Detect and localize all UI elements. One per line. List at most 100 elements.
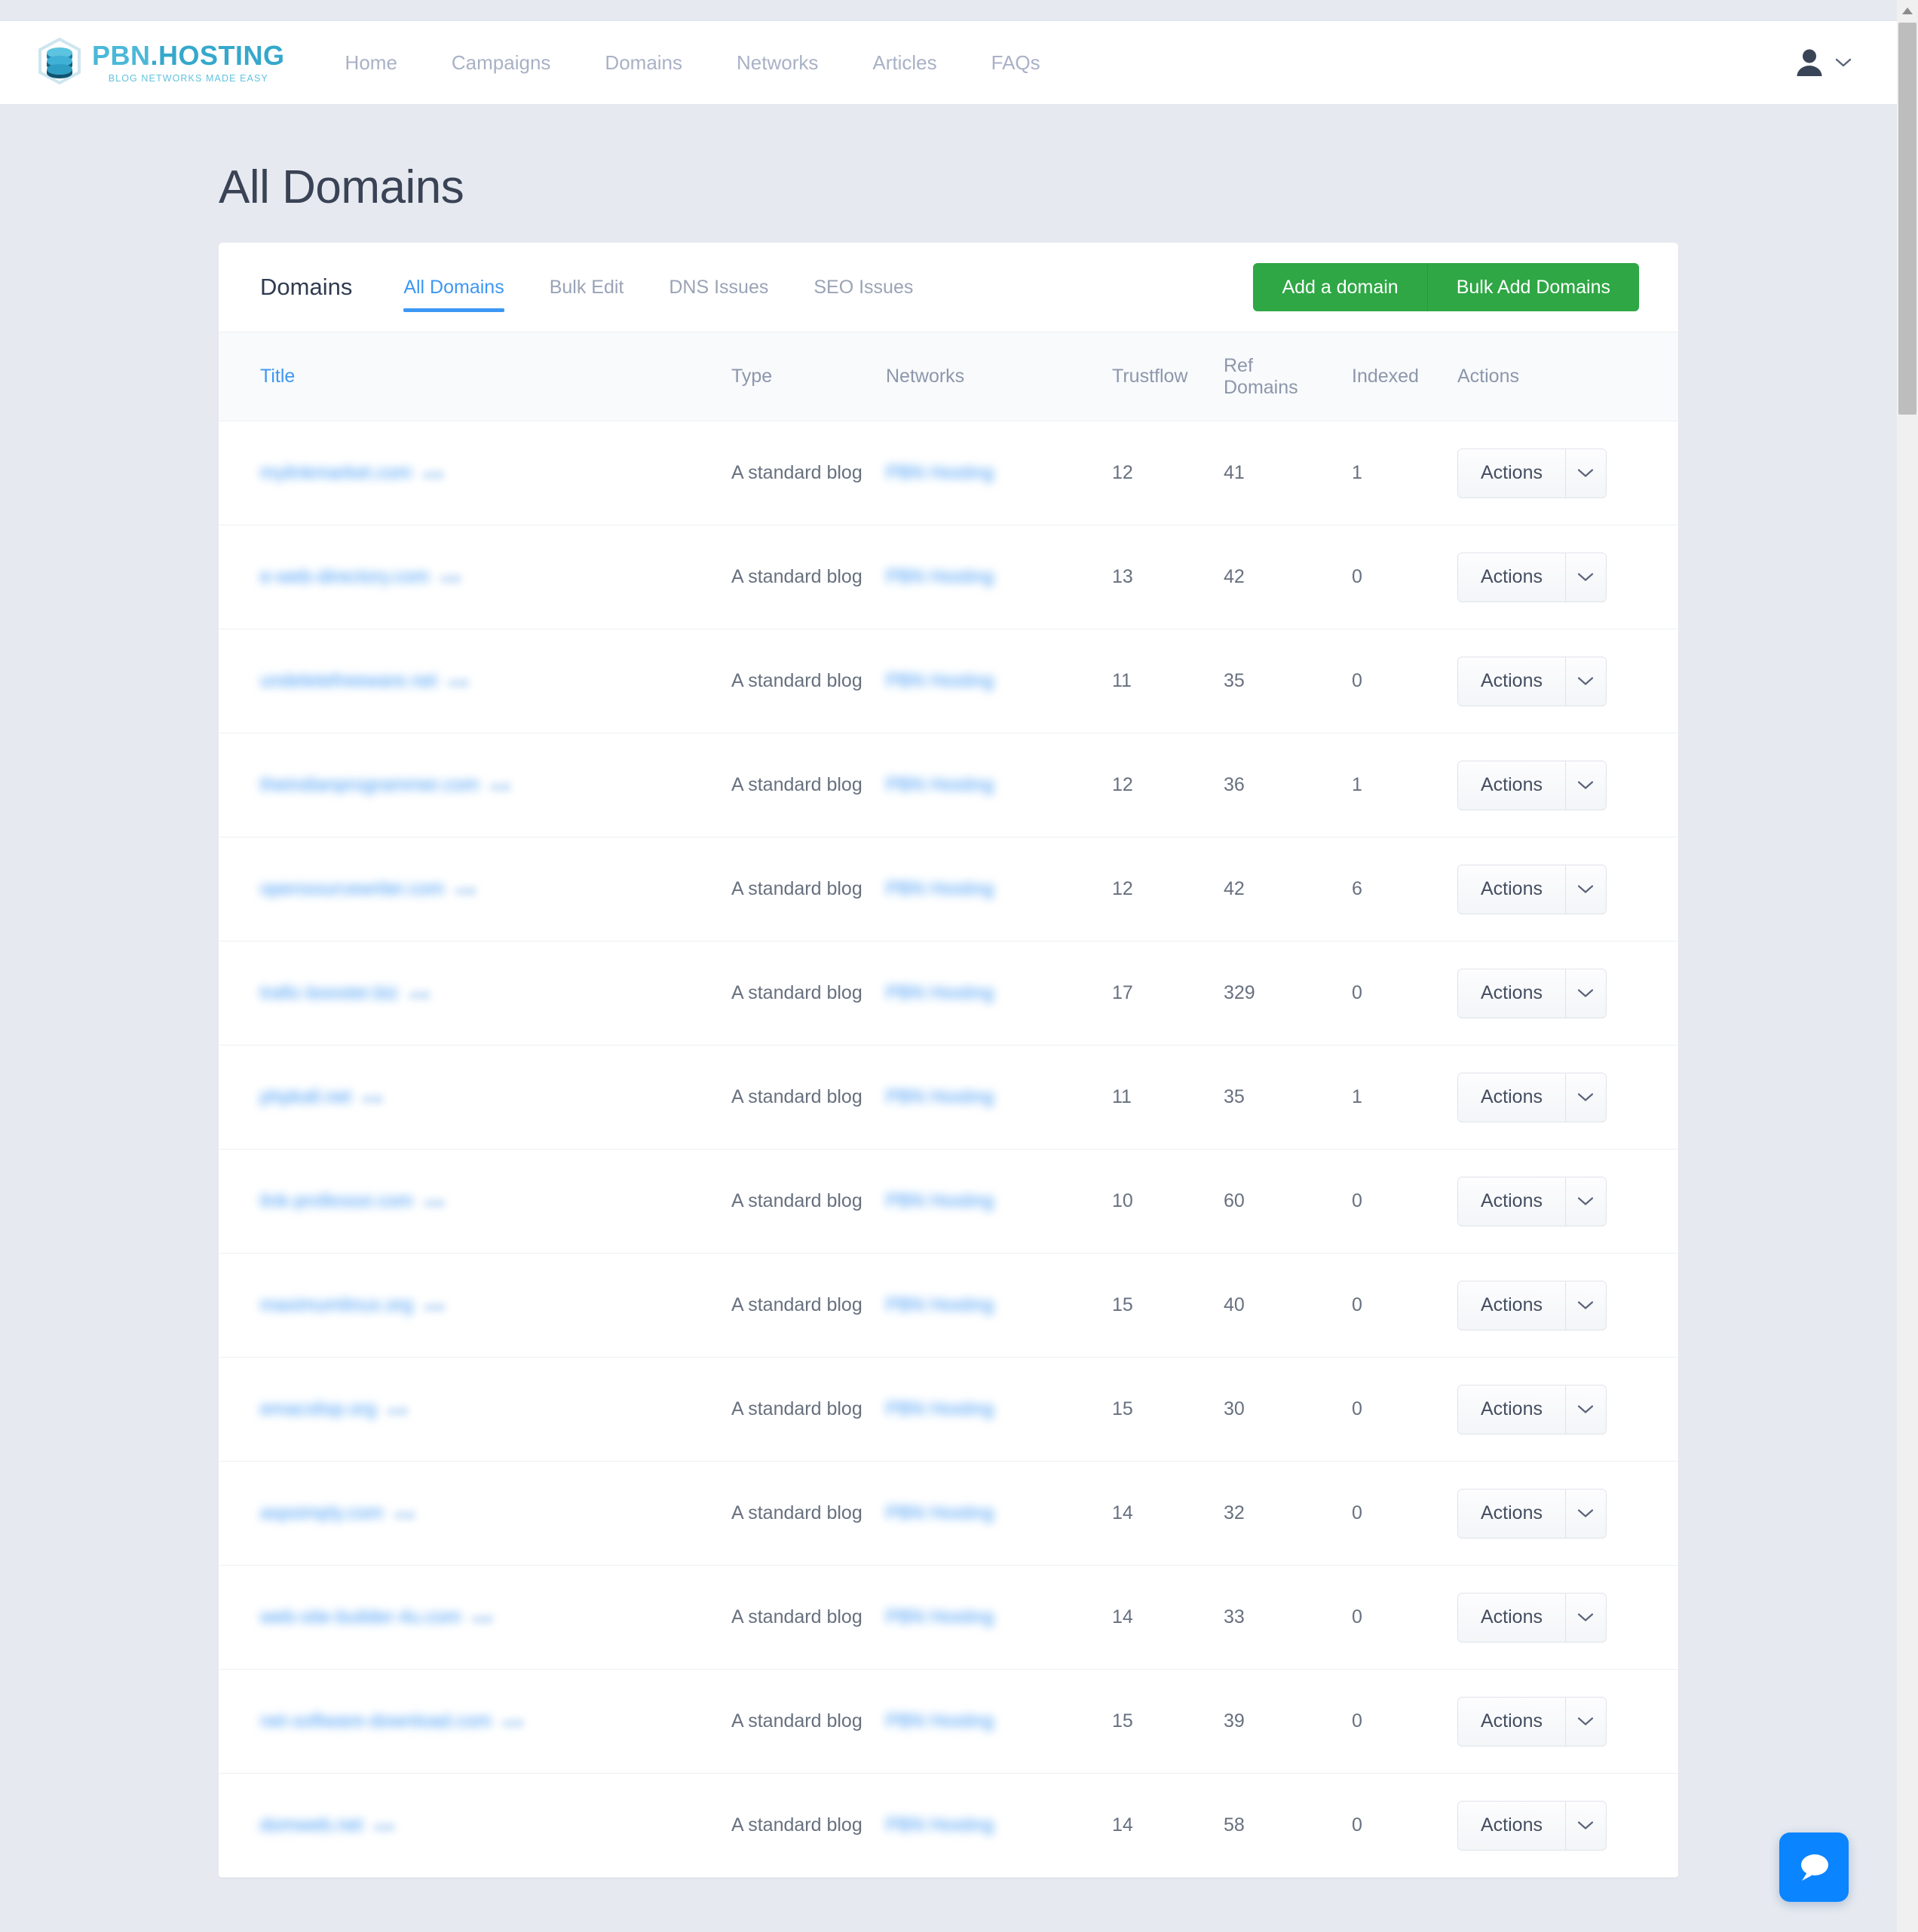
row-actions-button[interactable]: Actions [1457, 1072, 1566, 1122]
network-link[interactable]: PBN Hosting [886, 566, 994, 588]
row-actions-caret-button[interactable] [1565, 1176, 1607, 1226]
page-scrollbar[interactable] [1897, 0, 1918, 1932]
domain-visit-link[interactable]: visit [502, 1717, 523, 1731]
row-actions-caret-button[interactable] [1565, 1488, 1607, 1539]
row-actions-caret-button[interactable] [1565, 1072, 1607, 1122]
nav-link-faqs[interactable]: FAQs [964, 51, 1068, 75]
domain-visit-link[interactable]: visit [373, 1821, 394, 1835]
domain-title-link[interactable]: link-professor.com [260, 1190, 413, 1212]
domain-title-link[interactable]: aspsimply.com [260, 1502, 383, 1524]
bulk-add-domains-button[interactable]: Bulk Add Domains [1427, 263, 1639, 311]
row-actions-button[interactable]: Actions [1457, 1280, 1566, 1330]
domain-title-link[interactable]: undeletefreeware.net [260, 670, 437, 692]
row-actions-caret-button[interactable] [1565, 1384, 1607, 1434]
domain-title-link[interactable]: emacslisp.org [260, 1398, 376, 1420]
row-actions-button[interactable]: Actions [1457, 1384, 1566, 1434]
domain-visit-link[interactable]: visit [440, 573, 461, 586]
domain-visit-link[interactable]: visit [394, 1509, 415, 1523]
tab-dns-issues[interactable]: DNS Issues [646, 243, 791, 332]
cell-network: PBN Hosting [886, 837, 1112, 942]
brand-logo[interactable]: PBN.HOSTING BLOG NETWORKS MADE EASY [38, 37, 285, 88]
row-actions-button[interactable]: Actions [1457, 1800, 1566, 1851]
row-actions-button[interactable]: Actions [1457, 552, 1566, 602]
user-menu[interactable] [1796, 48, 1852, 77]
cell-trustflow: 14 [1112, 1565, 1224, 1670]
domain-title-link[interactable]: phpkall.net [260, 1086, 351, 1108]
domain-visit-link[interactable]: visit [362, 1093, 383, 1107]
row-actions-button[interactable]: Actions [1457, 656, 1566, 706]
network-link[interactable]: PBN Hosting [886, 774, 994, 796]
domain-title-link[interactable]: e-web-directory.com [260, 566, 430, 588]
domain-visit-link[interactable]: visit [424, 1197, 445, 1211]
domain-title-link[interactable]: net-software-download.com [260, 1710, 492, 1732]
column-header-title[interactable]: Title [219, 332, 731, 421]
tab-seo-issues[interactable]: SEO Issues [791, 243, 936, 332]
row-actions-caret-button[interactable] [1565, 656, 1607, 706]
row-actions-caret-button[interactable] [1565, 1800, 1607, 1851]
domain-title-link[interactable]: trafic-booster.biz [260, 982, 398, 1004]
tab-bulk-edit[interactable]: Bulk Edit [527, 243, 647, 332]
network-link[interactable]: PBN Hosting [886, 1502, 994, 1524]
domain-visit-link[interactable]: visit [409, 989, 430, 1003]
network-link[interactable]: PBN Hosting [886, 982, 994, 1004]
domain-title-link[interactable]: web-site-builder-4u.com [260, 1606, 461, 1628]
nav-link-domains[interactable]: Domains [578, 51, 709, 75]
row-actions-caret-button[interactable] [1565, 864, 1607, 914]
network-link[interactable]: PBN Hosting [886, 462, 994, 484]
cell-ref-domains: 60 [1224, 1149, 1352, 1254]
chat-widget-button[interactable] [1779, 1832, 1849, 1902]
domain-title-link[interactable]: theindianprogrammer.com [260, 774, 479, 796]
domain-visit-link[interactable]: visit [455, 885, 476, 899]
row-actions-caret-button[interactable] [1565, 760, 1607, 810]
scroll-up-arrow-icon[interactable] [1902, 8, 1913, 14]
row-actions-caret-button[interactable] [1565, 1280, 1607, 1330]
cell-trustflow: 11 [1112, 1045, 1224, 1150]
domain-title-link[interactable]: mylinkmarket.com [260, 462, 412, 484]
row-actions-caret-button[interactable] [1565, 968, 1607, 1018]
domain-visit-link[interactable]: visit [422, 469, 443, 482]
table-body: mylinkmarket.com visit A standard blog PBN … [219, 421, 1678, 1878]
network-link[interactable]: PBN Hosting [886, 1086, 994, 1108]
network-link[interactable]: PBN Hosting [886, 1190, 994, 1212]
chevron-down-icon [1577, 988, 1594, 998]
network-link[interactable]: PBN Hosting [886, 1294, 994, 1316]
nav-link-home[interactable]: Home [318, 51, 424, 75]
row-actions-button[interactable]: Actions [1457, 1176, 1566, 1226]
table-row: domweb.net visit A standard blog PBN Hostin… [219, 1773, 1678, 1878]
network-link[interactable]: PBN Hosting [886, 670, 994, 692]
network-link[interactable]: PBN Hosting [886, 1398, 994, 1420]
nav-link-networks[interactable]: Networks [709, 51, 845, 75]
network-link[interactable]: PBN Hosting [886, 1814, 994, 1836]
add-domain-button[interactable]: Add a domain [1253, 263, 1428, 311]
network-link[interactable]: PBN Hosting [886, 1606, 994, 1628]
row-actions-button[interactable]: Actions [1457, 448, 1566, 498]
domain-visit-link[interactable]: visit [489, 781, 510, 795]
domain-title-link[interactable]: domweb.net [260, 1814, 363, 1836]
domain-visit-link[interactable]: visit [472, 1613, 493, 1627]
row-actions-caret-button[interactable] [1565, 552, 1607, 602]
row-actions-caret-button[interactable] [1565, 448, 1607, 498]
row-actions-button[interactable]: Actions [1457, 864, 1566, 914]
row-actions-button[interactable]: Actions [1457, 1592, 1566, 1643]
domain-visit-link[interactable]: visit [424, 1301, 445, 1315]
row-actions-caret-button[interactable] [1565, 1696, 1607, 1747]
row-actions-button[interactable]: Actions [1457, 1696, 1566, 1747]
tab-all-domains[interactable]: All Domains [381, 243, 526, 332]
nav-link-articles[interactable]: Articles [845, 51, 964, 75]
domain-title-link[interactable]: maximumlinux.org [260, 1294, 413, 1316]
row-actions-button[interactable]: Actions [1457, 968, 1566, 1018]
cell-ref-domains: 41 [1224, 421, 1352, 525]
domain-visit-link[interactable]: visit [448, 677, 469, 690]
row-actions-button[interactable]: Actions [1457, 760, 1566, 810]
row-actions-button[interactable]: Actions [1457, 1488, 1566, 1539]
network-link[interactable]: PBN Hosting [886, 878, 994, 900]
cell-actions: Actions [1457, 733, 1678, 837]
scrollbar-thumb[interactable] [1898, 23, 1916, 415]
table-row: emacslisp.org visit A standard blog PBN Hos… [219, 1357, 1678, 1462]
network-link[interactable]: PBN Hosting [886, 1710, 994, 1732]
domain-visit-link[interactable]: visit [387, 1405, 408, 1419]
row-actions-caret-button[interactable] [1565, 1592, 1607, 1643]
chevron-down-icon [1577, 572, 1594, 582]
nav-link-campaigns[interactable]: Campaigns [424, 51, 578, 75]
domain-title-link[interactable]: opensourcewriter.com [260, 878, 445, 900]
